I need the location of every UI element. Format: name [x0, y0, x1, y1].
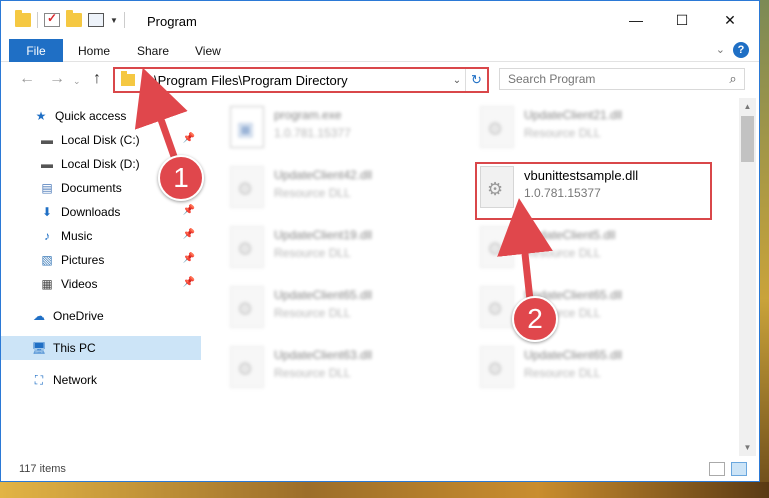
- callout-step-2: 2: [512, 296, 558, 342]
- callout-step-1: 1: [158, 155, 204, 201]
- annotation-arrows: [134, 67, 553, 301]
- arrow-to-dll-file: [497, 198, 553, 301]
- arrow-to-address-bar: [134, 67, 188, 164]
